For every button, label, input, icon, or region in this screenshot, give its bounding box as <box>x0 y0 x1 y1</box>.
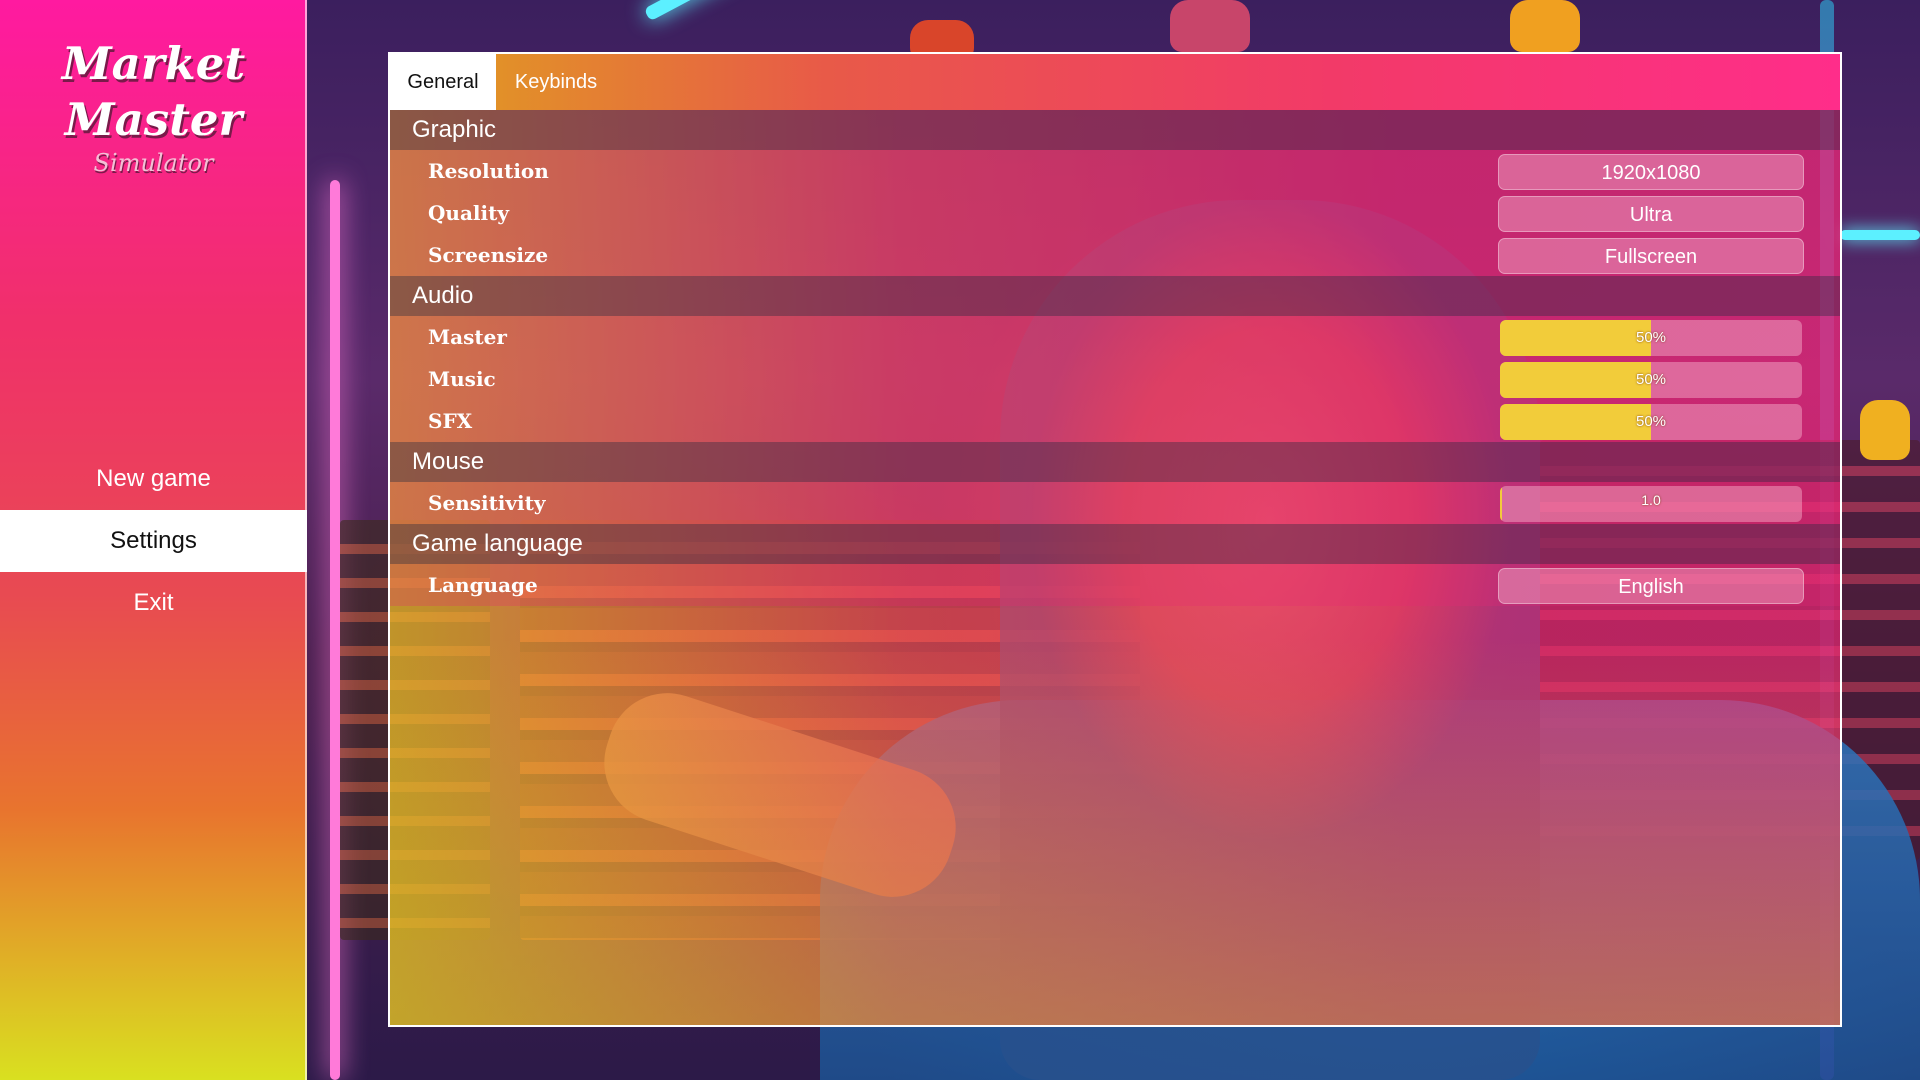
language-select[interactable]: English <box>1498 568 1804 604</box>
setting-label: SFX <box>428 409 473 433</box>
setting-label: Master <box>428 325 507 349</box>
setting-row-quality: Quality Ultra <box>390 192 1840 234</box>
slider-value: 50% <box>1635 413 1667 430</box>
sfx-volume-slider[interactable]: 50% <box>1500 404 1802 440</box>
master-volume-slider[interactable]: 50% <box>1500 320 1802 356</box>
tab-keybinds[interactable]: Keybinds <box>496 54 616 110</box>
music-volume-slider[interactable]: 50% <box>1500 362 1802 398</box>
section-header-graphic: Graphic <box>390 110 1840 150</box>
main-menu: New game Settings Exit <box>0 448 307 634</box>
screensize-select[interactable]: Fullscreen <box>1498 238 1804 274</box>
slider-value: 1.0 <box>1641 492 1661 508</box>
neon-light <box>1840 230 1920 240</box>
setting-row-music-volume: Music 50% <box>390 358 1840 400</box>
product-jar <box>1510 0 1580 52</box>
setting-row-language: Language English <box>390 564 1840 606</box>
setting-row-resolution: Resolution 1920x1080 <box>390 150 1840 192</box>
main-menu-sidebar: Market Master Simulator New game Setting… <box>0 0 307 1080</box>
section-header-mouse: Mouse <box>390 442 1840 482</box>
setting-row-master-volume: Master 50% <box>390 316 1840 358</box>
section-header-language: Game language <box>390 524 1840 564</box>
menu-item-new-game[interactable]: New game <box>0 448 307 510</box>
slider-value: 50% <box>1635 371 1667 388</box>
logo-title: Market Master <box>61 37 246 146</box>
setting-label: Language <box>428 573 538 597</box>
game-logo: Market Master Simulator <box>0 36 307 178</box>
tab-general[interactable]: General <box>390 54 496 110</box>
quality-select[interactable]: Ultra <box>1498 196 1804 232</box>
settings-panel: General Keybinds Graphic Resolution 1920… <box>388 52 1842 1027</box>
slider-value: 50% <box>1635 329 1667 346</box>
setting-row-sensitivity: Sensitivity 1.0 <box>390 482 1840 524</box>
setting-row-screensize: Screensize Fullscreen <box>390 234 1840 276</box>
product-jar <box>1170 0 1250 52</box>
setting-label: Music <box>428 367 496 391</box>
menu-item-exit[interactable]: Exit <box>0 572 307 634</box>
resolution-select[interactable]: 1920x1080 <box>1498 154 1804 190</box>
section-header-audio: Audio <box>390 276 1840 316</box>
product-jar <box>1860 400 1910 460</box>
logo-subtitle: Simulator <box>93 149 214 177</box>
setting-row-sfx-volume: SFX 50% <box>390 400 1840 442</box>
settings-tab-bar: General Keybinds <box>390 54 1840 110</box>
neon-light <box>643 0 757 22</box>
sensitivity-slider[interactable]: 1.0 <box>1500 486 1802 522</box>
setting-label: Quality <box>428 201 509 225</box>
neon-light <box>330 180 340 1080</box>
menu-item-settings[interactable]: Settings <box>0 510 307 572</box>
setting-label: Screensize <box>428 243 549 267</box>
setting-label: Sensitivity <box>428 491 546 515</box>
setting-label: Resolution <box>428 159 549 183</box>
